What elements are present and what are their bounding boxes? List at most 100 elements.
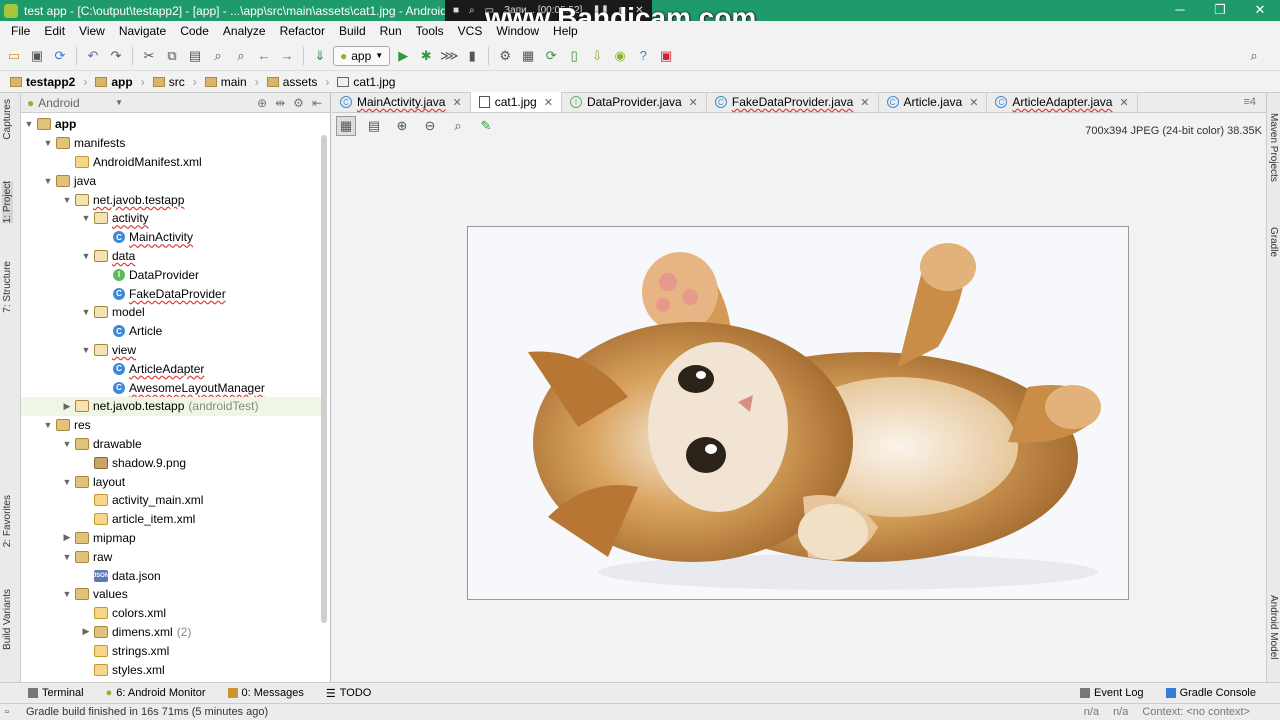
chevron-down-icon[interactable]: ▼ (42, 138, 54, 148)
tab-maven-projects[interactable]: Maven Projects (1268, 113, 1279, 182)
tree-item[interactable]: I DataProvider (21, 265, 321, 284)
chevron-down-icon[interactable]: ▼ (80, 251, 92, 261)
chevron-down-icon[interactable]: ▼ (42, 420, 54, 430)
tab-android-model[interactable]: Android Model (1268, 595, 1279, 659)
make-project-icon[interactable]: ⇓ (310, 46, 330, 66)
menu-analyze[interactable]: Analyze (216, 24, 273, 38)
chevron-down-icon[interactable]: ▼ (80, 307, 92, 317)
chevron-down-icon[interactable]: ▼ (61, 589, 73, 599)
find-icon[interactable]: ⌕ (208, 46, 228, 66)
close-tab-icon[interactable]: ✕ (452, 96, 461, 109)
chevron-down-icon[interactable]: ▼ (61, 439, 73, 449)
chevron-down-icon[interactable]: ▼ (61, 195, 73, 205)
tree-item[interactable]: C MainActivity (21, 228, 321, 247)
chevron-down-icon[interactable]: ▼ (42, 176, 54, 186)
close-tab-icon[interactable]: ✕ (1119, 96, 1128, 109)
chevron-right-icon[interactable]: ▶ (80, 626, 92, 637)
chevron-down-icon[interactable]: ▼ (61, 552, 73, 562)
editor-tab[interactable]: I DataProvider.java ✕ (562, 92, 707, 112)
scroll-from-source-icon[interactable]: ⊕ (257, 96, 267, 110)
hide-panel-icon[interactable]: ⇤ (312, 96, 322, 110)
editor-tab[interactable]: C MainActivity.java ✕ (332, 92, 471, 112)
breadcrumb-main[interactable]: main › (203, 75, 265, 89)
grid-toggle-icon[interactable]: ▤ (364, 116, 384, 136)
tab-project[interactable]: 1: Project (2, 181, 13, 224)
plugin-icon[interactable]: ▣ (656, 46, 676, 66)
zoom-in-icon[interactable]: ⊕ (392, 116, 412, 136)
chevron-right-icon[interactable]: ▶ (61, 532, 73, 543)
color-picker-icon[interactable]: ✎ (476, 116, 496, 136)
debug-icon[interactable]: ✱ (416, 46, 436, 66)
scrollbar[interactable] (321, 135, 327, 623)
status-toggle-icon[interactable]: ▫ (5, 706, 9, 718)
cut-icon[interactable]: ✂ (139, 46, 159, 66)
gradle-sync-icon[interactable]: ⟳ (541, 46, 561, 66)
chevron-down-icon[interactable]: ▼ (23, 119, 35, 129)
menu-refactor[interactable]: Refactor (273, 24, 332, 38)
tree-item[interactable]: ▼ res (21, 416, 321, 435)
tree-item[interactable]: ▼ values (21, 585, 321, 604)
tab-gradle-console[interactable]: Gradle Console (1165, 687, 1256, 699)
sdk-manager-icon[interactable]: ⇩ (587, 46, 607, 66)
tab-android-monitor[interactable]: ● 6: Android Monitor (106, 687, 206, 699)
project-view-select[interactable]: ● Android ▼ (27, 96, 123, 110)
tab-list-menu[interactable]: ≡4 (1233, 92, 1266, 112)
chevron-right-icon[interactable]: ▶ (61, 401, 73, 412)
menu-code[interactable]: Code (173, 24, 216, 38)
tree-item[interactable]: shadow.9.png (21, 453, 321, 472)
tree-item[interactable]: ▼ app (21, 115, 321, 134)
open-folder-icon[interactable]: ▭ (4, 46, 24, 66)
editor-tab[interactable]: cat1.jpg ✕ (470, 92, 562, 112)
tree-item[interactable]: styles.xml (21, 660, 321, 679)
tree-item[interactable]: activity_main.xml (21, 491, 321, 510)
close-tab-icon[interactable]: ✕ (544, 96, 553, 109)
tree-item[interactable]: ▶ mipmap (21, 529, 321, 548)
chevron-down-icon[interactable]: ▼ (80, 345, 92, 355)
tree-item[interactable]: C Article (21, 322, 321, 341)
menu-help[interactable]: Help (546, 24, 585, 38)
collapse-all-icon[interactable]: ⇹ (275, 96, 285, 110)
close-tab-icon[interactable]: ✕ (860, 96, 869, 109)
tree-item[interactable]: C ArticleAdapter (21, 359, 321, 378)
tab-messages[interactable]: 0: Messages (227, 687, 304, 699)
tab-terminal[interactable]: Terminal (28, 687, 84, 699)
paste-icon[interactable]: ▤ (185, 46, 205, 66)
breadcrumb-cat1[interactable]: cat1.jpg (335, 75, 401, 89)
tab-captures[interactable]: Captures (2, 99, 13, 140)
menu-edit[interactable]: Edit (37, 24, 72, 38)
back-icon[interactable]: ← (254, 46, 274, 66)
tree-item[interactable]: ▼ view (21, 341, 321, 360)
sdk-structure-icon[interactable]: ▦ (518, 46, 538, 66)
project-structure-icon[interactable]: ⚙ (495, 46, 515, 66)
chessboard-toggle-icon[interactable]: ▦ (336, 116, 356, 136)
redo-icon[interactable]: ↷ (106, 46, 126, 66)
menu-tools[interactable]: Tools (409, 24, 451, 38)
tree-item[interactable]: ▶ dimens.xml (2) (21, 623, 321, 642)
tree-item[interactable]: C FakeDataProvider (21, 284, 321, 303)
help-icon[interactable]: ? (633, 46, 653, 66)
close-tab-icon[interactable]: ✕ (689, 96, 698, 109)
zoom-out-icon[interactable]: ⊖ (420, 116, 440, 136)
avd-manager-icon[interactable]: ▯ (564, 46, 584, 66)
tree-item[interactable]: article_item.xml (21, 510, 321, 529)
attach-debugger-icon[interactable]: ⋙ (439, 46, 459, 66)
tab-build-variants[interactable]: Build Variants (2, 589, 13, 650)
menu-run[interactable]: Run (373, 24, 409, 38)
tab-gradle[interactable]: Gradle (1268, 227, 1279, 257)
android-device-monitor-icon[interactable]: ◉ (610, 46, 630, 66)
chevron-down-icon[interactable]: ▼ (61, 477, 73, 487)
breadcrumb-testapp2[interactable]: testapp2 › (8, 75, 93, 89)
tab-event-log[interactable]: Event Log (1080, 687, 1144, 699)
maximize-button[interactable]: ❐ (1200, 0, 1240, 21)
tree-item[interactable]: C AwesomeLayoutManager (21, 378, 321, 397)
tree-item[interactable]: ▼ manifests (21, 134, 321, 153)
tree-item[interactable]: AndroidManifest.xml (21, 153, 321, 172)
tree-item[interactable]: colors.xml (21, 604, 321, 623)
actual-size-icon[interactable]: ⌕ (448, 116, 468, 136)
tree-item[interactable]: ▼ data (21, 247, 321, 266)
breadcrumb-src[interactable]: src › (151, 75, 203, 89)
tab-favorites[interactable]: 2: Favorites (2, 495, 13, 547)
tree-item[interactable]: ▼ drawable (21, 435, 321, 454)
menu-build[interactable]: Build (332, 24, 373, 38)
forward-icon[interactable]: → (277, 46, 297, 66)
